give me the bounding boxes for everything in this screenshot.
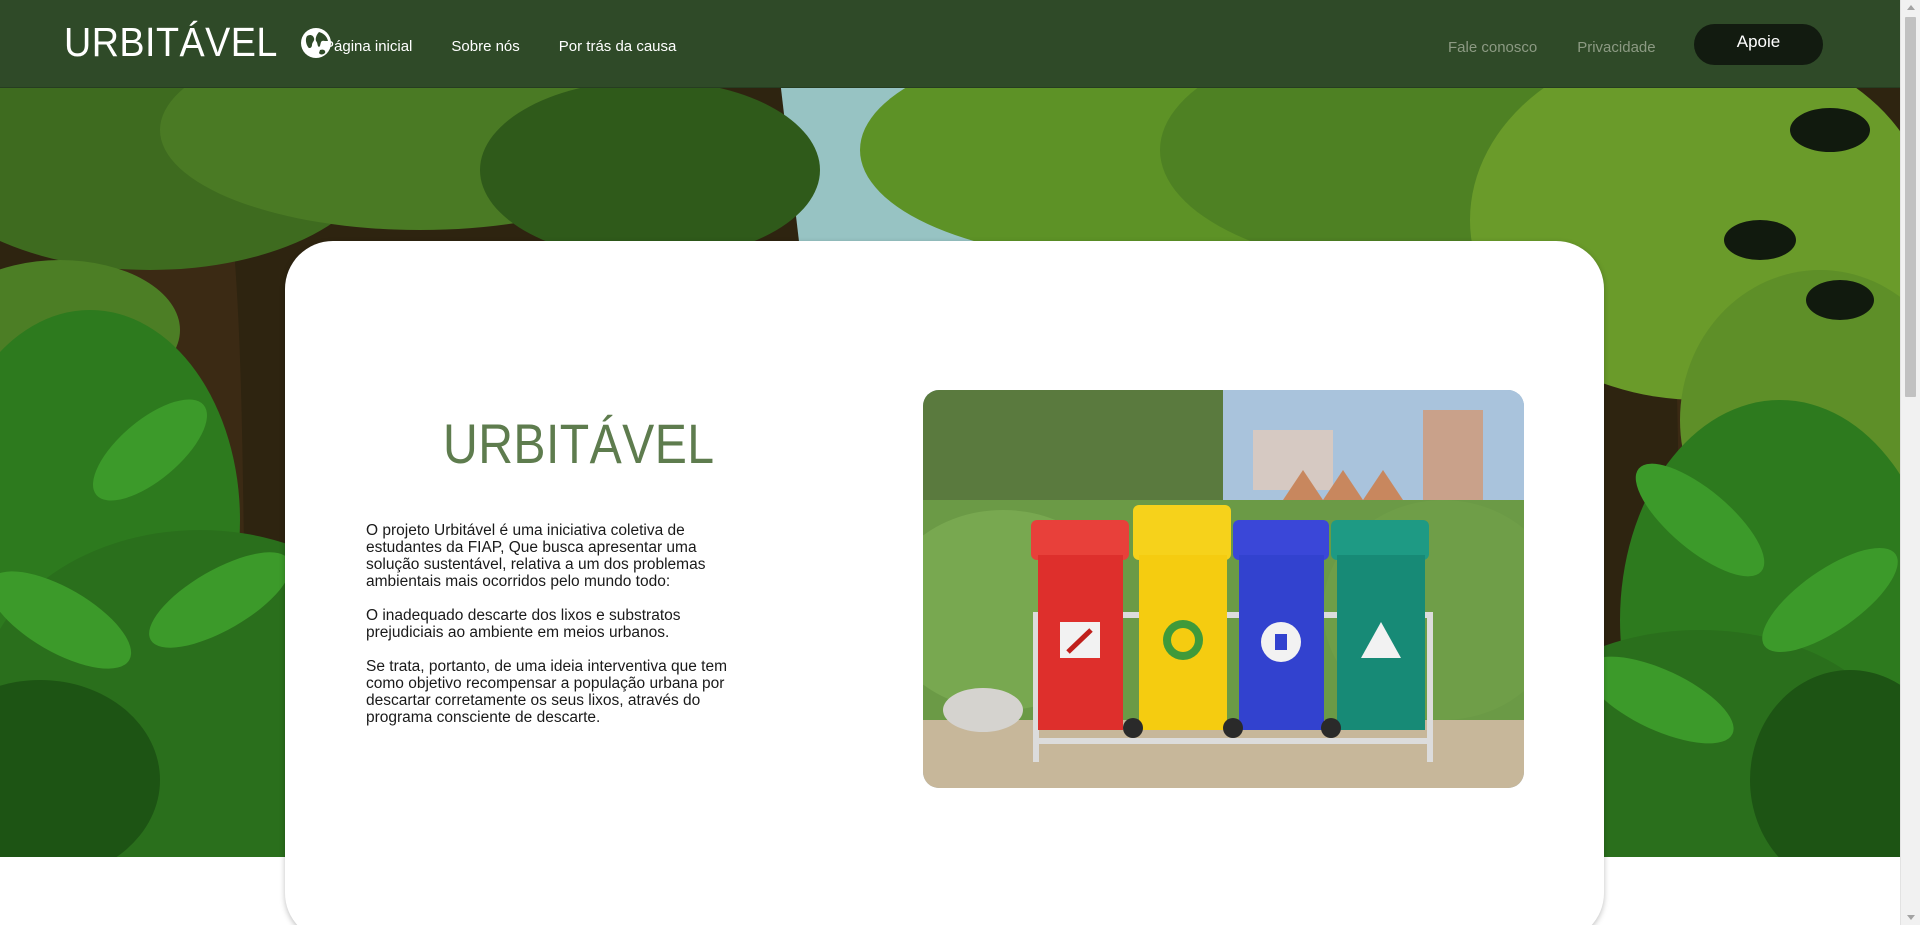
nav-link-cause[interactable]: Por trás da causa bbox=[559, 38, 677, 55]
page-scrollbar[interactable] bbox=[1900, 0, 1920, 925]
nav-link-home[interactable]: Página inicial bbox=[324, 38, 412, 55]
recycling-bins-photo bbox=[923, 390, 1524, 788]
secondary-nav: Fale conosco Privacidade bbox=[1448, 39, 1696, 56]
nav-link-about[interactable]: Sobre nós bbox=[451, 38, 519, 55]
brand-logo[interactable]: URBITÁVEL bbox=[64, 22, 332, 63]
intro-paragraph: Se trata, portanto, de uma ideia interve… bbox=[366, 658, 728, 726]
section-title: URBITÁVEL bbox=[443, 412, 715, 475]
top-navbar: URBITÁVEL Página inicial Sobre nós Por t… bbox=[0, 0, 1900, 88]
scroll-down-arrow-icon[interactable] bbox=[1907, 915, 1915, 920]
intro-paragraph: O projeto Urbitável é uma iniciativa col… bbox=[366, 522, 706, 590]
intro-paragraph: O inadequado descarte dos lixos e substr… bbox=[366, 607, 681, 641]
brand-name: URBITÁVEL bbox=[64, 19, 278, 65]
intro-text: O projeto Urbitável é uma iniciativa col… bbox=[366, 522, 746, 743]
nav-link-contact[interactable]: Fale conosco bbox=[1448, 39, 1537, 56]
scroll-up-arrow-icon[interactable] bbox=[1907, 5, 1915, 10]
nav-link-privacy[interactable]: Privacidade bbox=[1577, 39, 1655, 56]
main-nav: Página inicial Sobre nós Por trás da cau… bbox=[324, 38, 715, 55]
intro-card: URBITÁVEL O projeto Urbitável é uma inic… bbox=[285, 241, 1604, 925]
scroll-thumb[interactable] bbox=[1905, 17, 1916, 397]
support-button[interactable]: Apoie bbox=[1694, 24, 1823, 65]
